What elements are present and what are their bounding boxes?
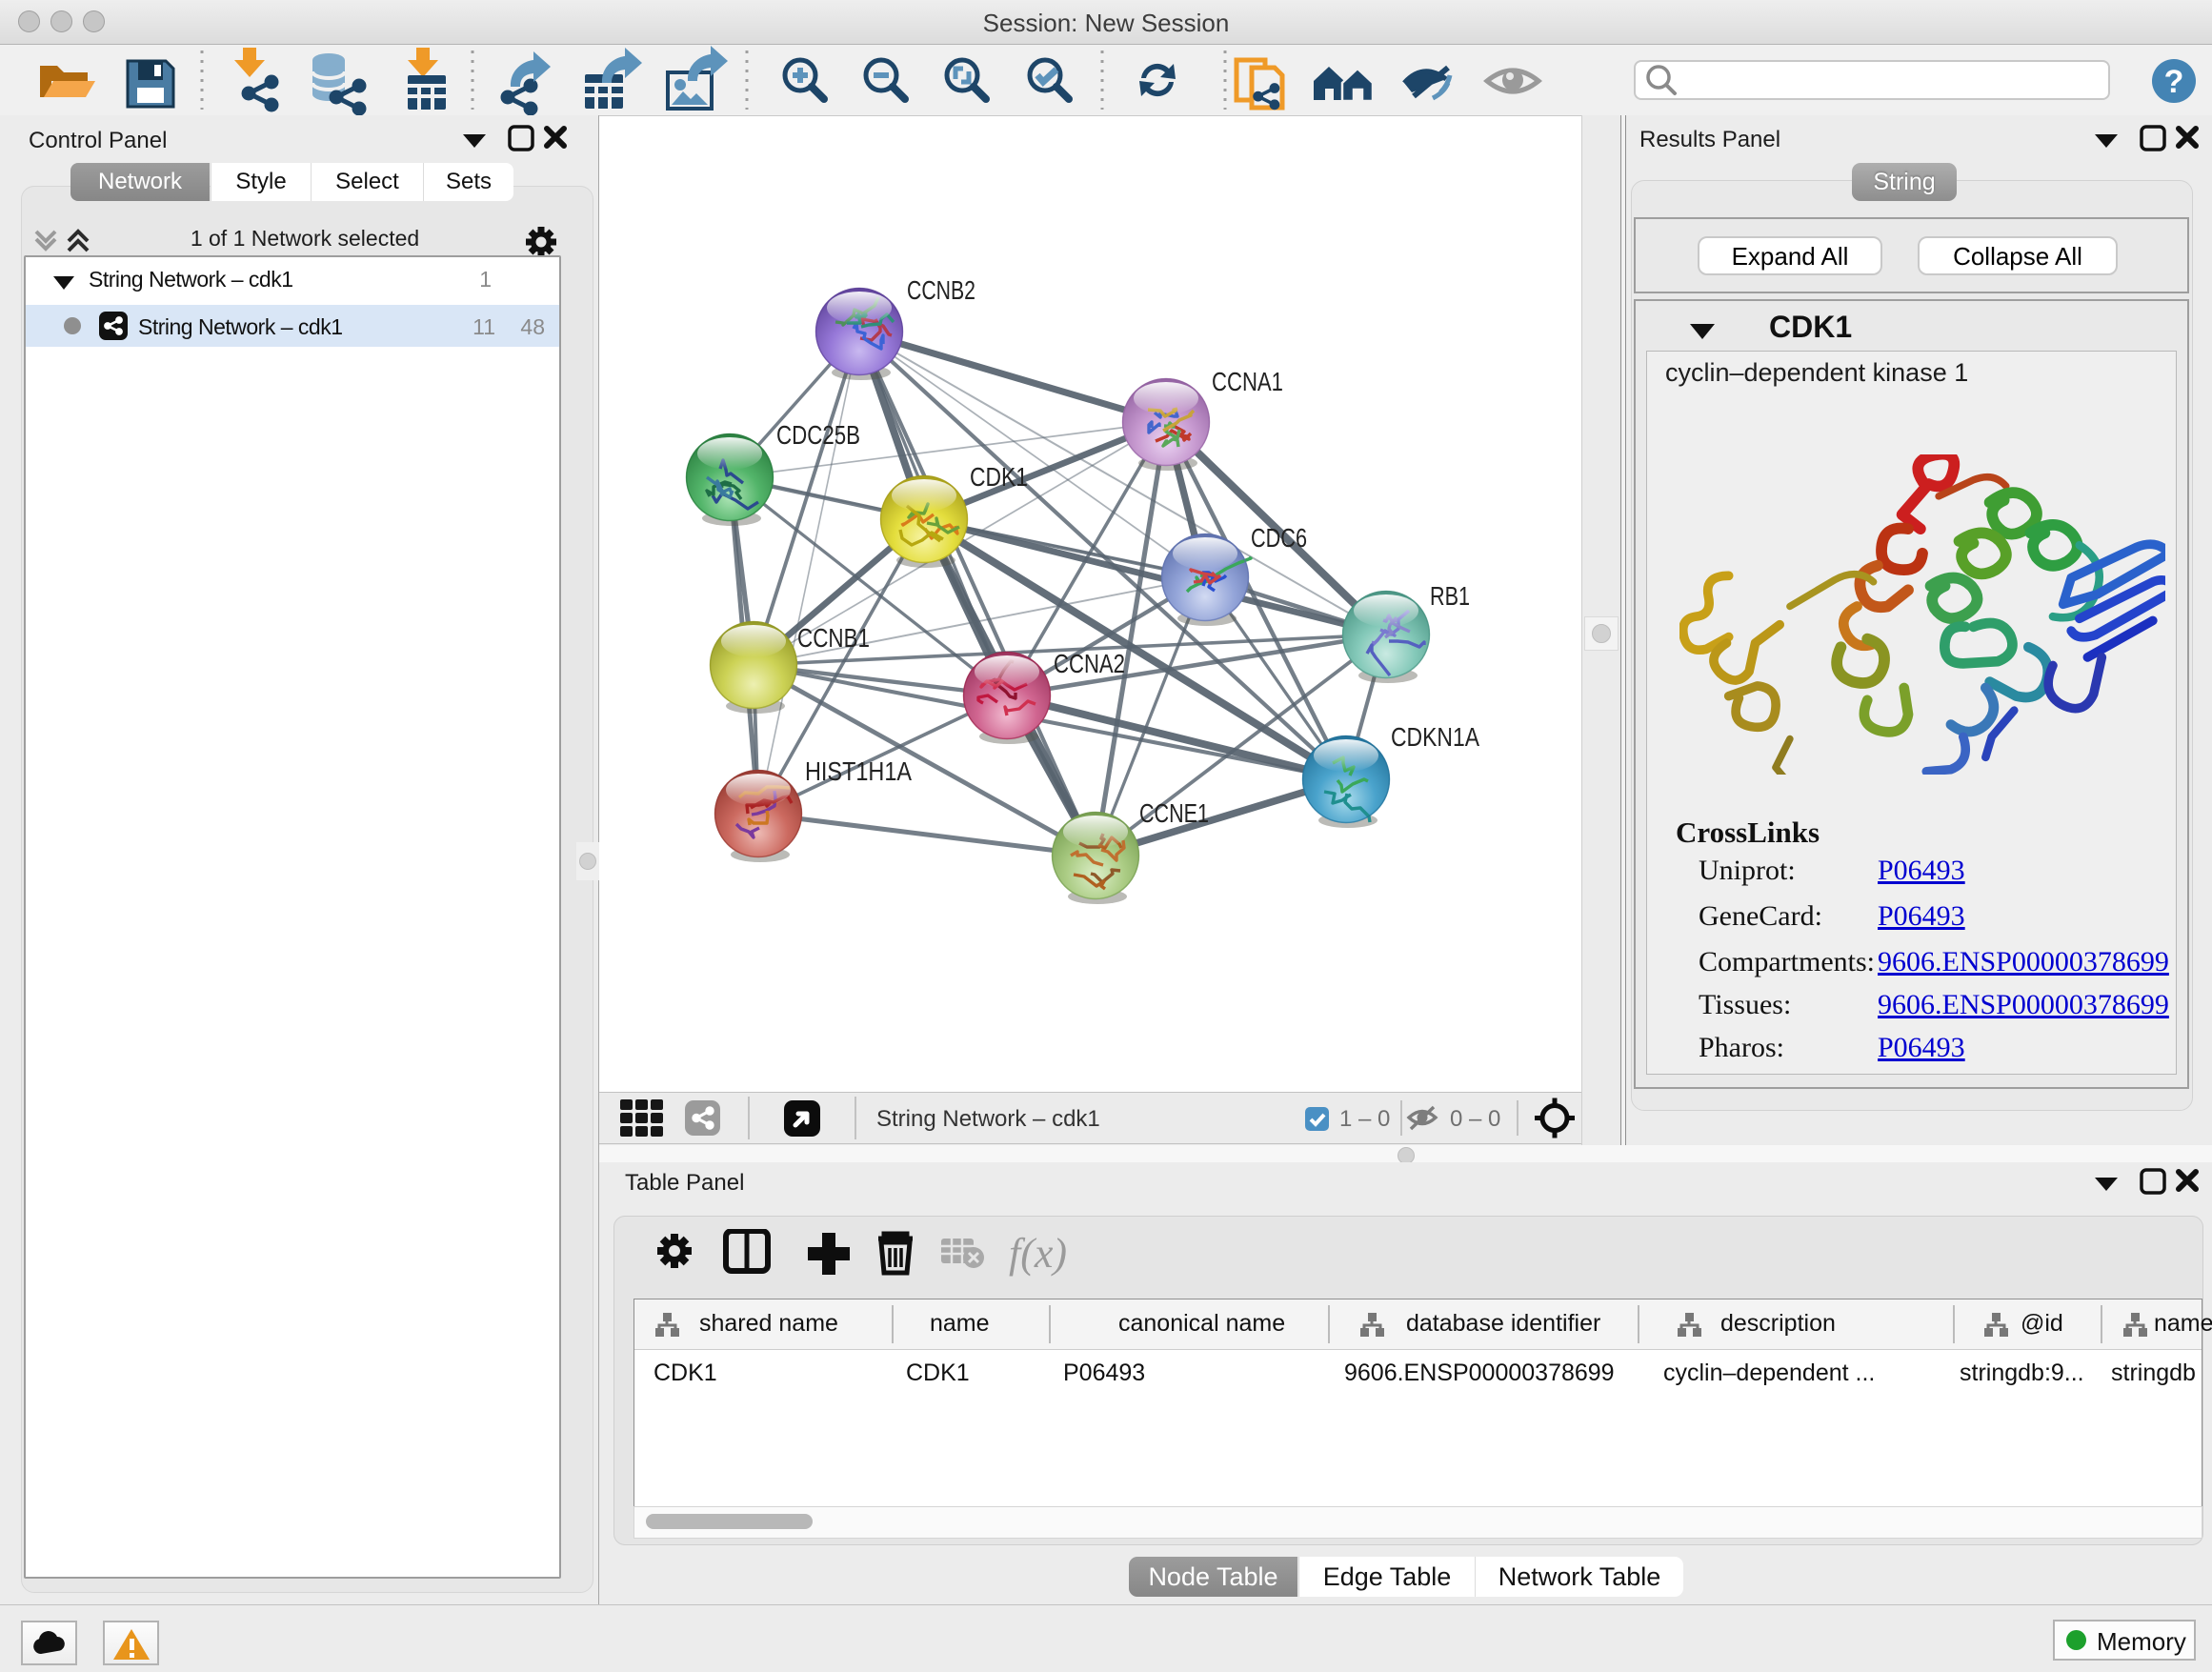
- svg-text:CCNE1: CCNE1: [1139, 798, 1209, 828]
- svg-text:0 – 0: 0 – 0: [1450, 1106, 1500, 1132]
- svg-text:CCNB2: CCNB2: [907, 275, 975, 305]
- svg-text:CCNB1: CCNB1: [797, 623, 870, 653]
- svg-text:?: ?: [2164, 64, 2184, 100]
- svg-text:CDC25B: CDC25B: [776, 420, 860, 450]
- svg-text:CDK1: CDK1: [970, 462, 1028, 492]
- svg-text:String Network – cdk1: String Network – cdk1: [876, 1106, 1100, 1132]
- svg-text:CDKN1A: CDKN1A: [1391, 722, 1479, 752]
- svg-text:1 – 0: 1 – 0: [1339, 1106, 1390, 1132]
- svg-text:f(x): f(x): [1009, 1230, 1067, 1277]
- svg-text:CCNA2: CCNA2: [1054, 649, 1125, 678]
- svg-text:CCNA1: CCNA1: [1212, 367, 1283, 396]
- svg-text:HIST1H1A: HIST1H1A: [805, 756, 912, 786]
- svg-text:RB1: RB1: [1430, 581, 1470, 611]
- svg-text:CDC6: CDC6: [1251, 523, 1307, 553]
